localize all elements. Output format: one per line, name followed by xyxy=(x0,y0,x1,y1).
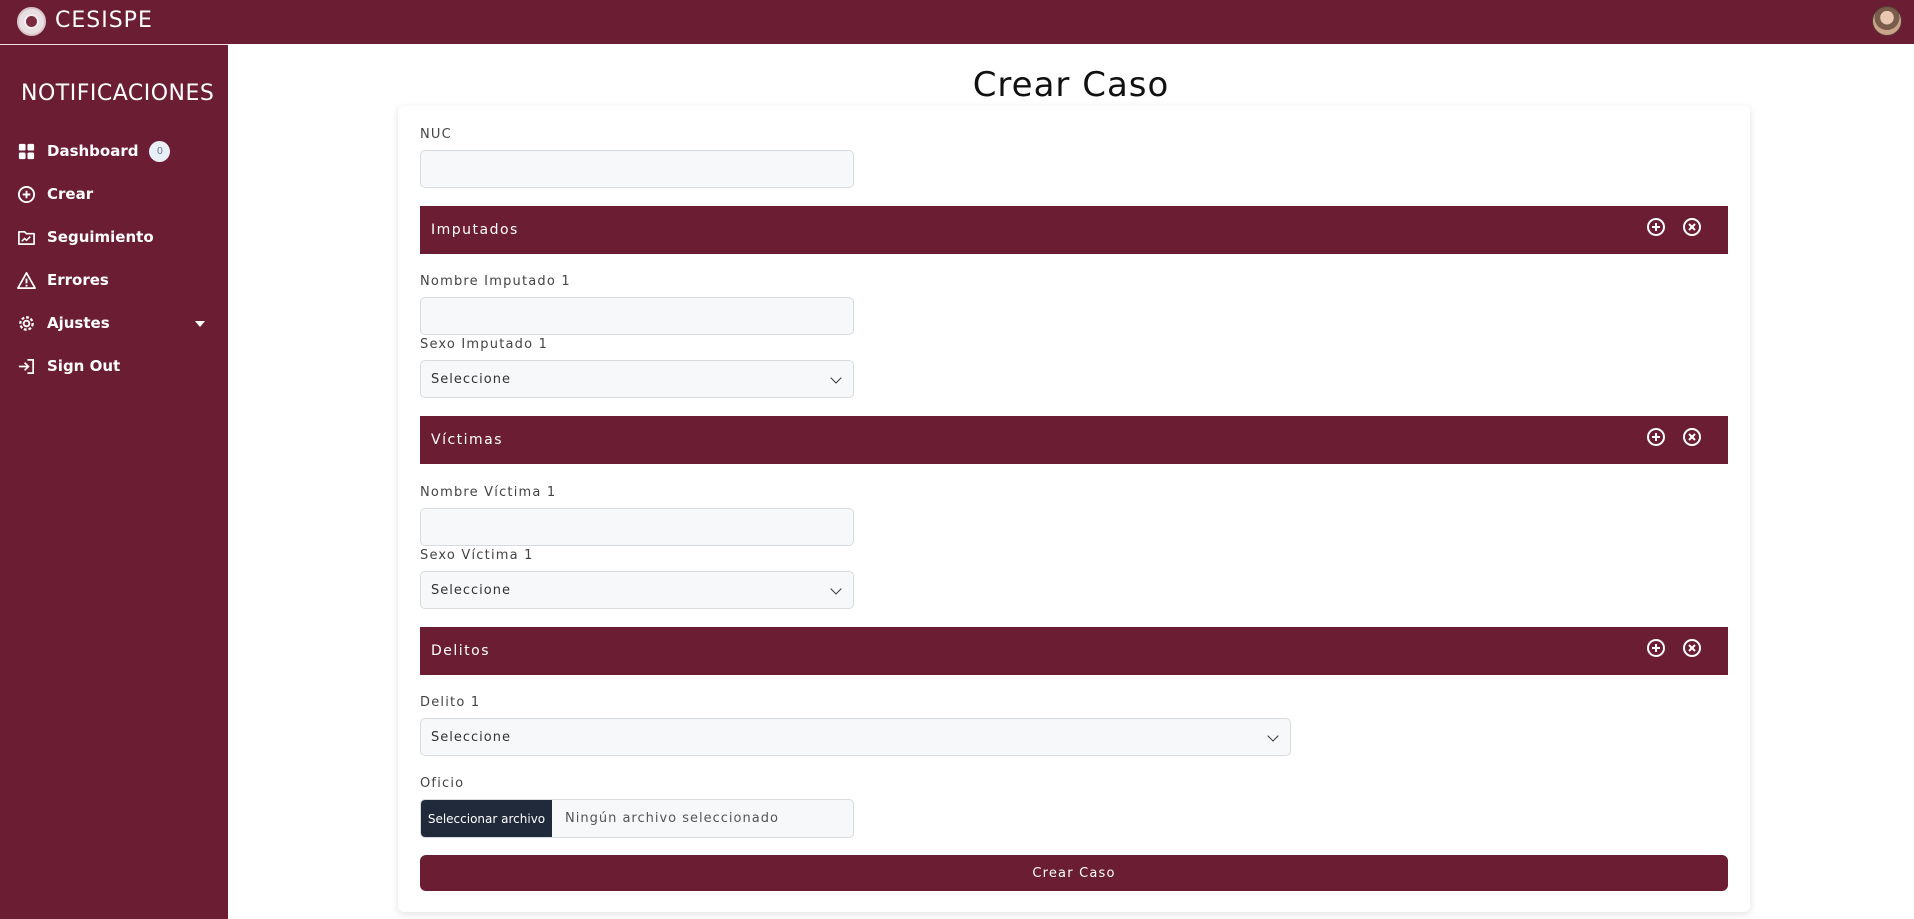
sign-out-icon xyxy=(18,358,35,374)
delito-select[interactable]: Seleccione xyxy=(420,718,1291,756)
sidebar-item-dashboard[interactable]: Dashboard 0 xyxy=(17,139,171,163)
sidebar-item-ajustes[interactable]: Ajustes xyxy=(17,311,110,335)
section-title: Imputados xyxy=(431,222,519,238)
warning-icon xyxy=(17,271,36,289)
nombre-imputado-input[interactable] xyxy=(420,297,854,335)
chart-folder-icon xyxy=(18,230,35,245)
delito-label: Delito 1 xyxy=(420,695,481,710)
sidebar-title: NOTIFICACIONES xyxy=(21,81,215,106)
dashboard-icon xyxy=(18,143,35,159)
remove-delito-icon[interactable] xyxy=(1682,638,1702,658)
plus-circle-icon xyxy=(17,185,36,203)
sexo-imputado-label: Sexo Imputado 1 xyxy=(420,337,549,352)
page-title: Crear Caso xyxy=(972,65,1170,105)
chevron-down-icon xyxy=(1267,730,1279,742)
nombre-victima-input[interactable] xyxy=(420,508,854,546)
select-file-button[interactable]: Seleccionar archivo xyxy=(421,800,552,837)
delitos-section-header: Delitos xyxy=(420,627,1728,675)
sexo-victima-label: Sexo Víctima 1 xyxy=(420,548,534,563)
logo[interactable] xyxy=(17,7,46,36)
add-delito-icon[interactable] xyxy=(1646,638,1666,658)
add-victima-icon[interactable] xyxy=(1646,427,1666,447)
nuc-input[interactable] xyxy=(420,150,854,188)
sidebar-item-label: Dashboard xyxy=(47,142,139,160)
gear-icon xyxy=(19,315,34,331)
sidebar-item-seguimiento[interactable]: Seguimiento xyxy=(17,225,154,249)
chevron-down-icon xyxy=(830,583,842,595)
sidebar-item-label: Errores xyxy=(47,271,109,289)
sidebar-item-label: Seguimiento xyxy=(47,228,154,246)
select-value: Seleccione xyxy=(431,582,511,598)
sexo-victima-select[interactable]: Seleccione xyxy=(420,571,854,609)
remove-victima-icon[interactable] xyxy=(1682,427,1702,447)
sidebar-item-sign-out[interactable]: Sign Out xyxy=(17,354,120,378)
file-status: Ningún archivo seleccionado xyxy=(565,811,779,826)
sidebar-item-label: Ajustes xyxy=(47,314,110,332)
nombre-imputado-label: Nombre Imputado 1 xyxy=(420,274,571,289)
section-title: Delitos xyxy=(431,643,491,659)
select-value: Seleccione xyxy=(431,729,511,745)
select-value: Seleccione xyxy=(431,371,511,387)
imputados-section-header: Imputados xyxy=(420,206,1728,254)
crear-caso-button[interactable]: Crear Caso xyxy=(420,855,1728,891)
sexo-imputado-select[interactable]: Seleccione xyxy=(420,360,854,398)
oficio-file-input[interactable]: Seleccionar archivo Ningún archivo selec… xyxy=(420,799,854,838)
nuc-label: NUC xyxy=(420,127,452,142)
oficio-label: Oficio xyxy=(420,776,465,791)
sidebar-item-label: Crear xyxy=(47,185,94,203)
brand-name[interactable]: CESISPE xyxy=(55,8,153,33)
nombre-victima-label: Nombre Víctima 1 xyxy=(420,485,557,500)
chevron-down-icon xyxy=(830,372,842,384)
chevron-down-icon[interactable] xyxy=(195,321,205,327)
add-imputado-icon[interactable] xyxy=(1646,217,1666,237)
sidebar-item-errores[interactable]: Errores xyxy=(17,268,109,292)
top-bar: CESISPE xyxy=(0,0,1914,44)
section-title: Víctimas xyxy=(431,432,504,448)
notification-badge: 0 xyxy=(149,140,171,162)
sidebar-item-label: Sign Out xyxy=(47,357,121,375)
sidebar: NOTIFICACIONES Dashboard 0 Crear Seguimi… xyxy=(0,44,228,919)
avatar[interactable] xyxy=(1872,6,1902,36)
sidebar-item-crear[interactable]: Crear xyxy=(17,182,93,206)
victimas-section-header: Víctimas xyxy=(420,416,1728,464)
remove-imputado-icon[interactable] xyxy=(1682,217,1702,237)
